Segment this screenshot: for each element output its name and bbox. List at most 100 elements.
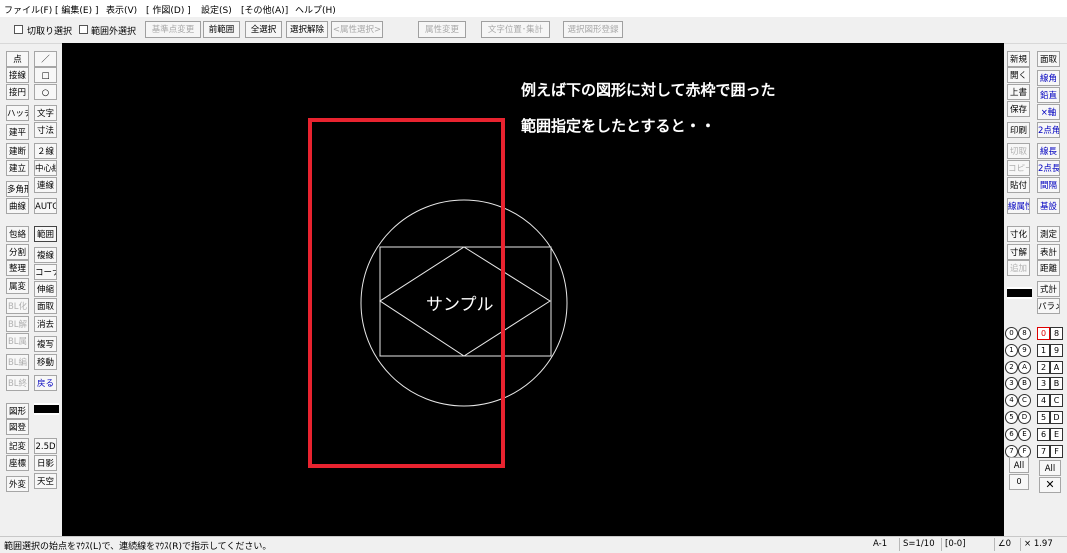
select-all-button[interactable]: 全選択: [245, 21, 282, 38]
tool-center-line[interactable]: 中心線: [34, 160, 57, 176]
layer-button[interactable]: D: [1050, 411, 1063, 424]
layer-group-button[interactable]: 0: [1005, 327, 1018, 340]
tool-rectangle[interactable]: □: [34, 67, 57, 83]
layer-group-button[interactable]: B: [1018, 377, 1031, 390]
right-line-type-sample[interactable]: [1007, 287, 1032, 299]
tool-copy[interactable]: 複写: [34, 336, 57, 352]
layer-button[interactable]: B: [1050, 377, 1063, 390]
tool-open[interactable]: 開く: [1007, 67, 1030, 83]
deselect-button[interactable]: 選択解除: [286, 21, 328, 38]
tool-x-axis[interactable]: ×軸: [1037, 104, 1060, 120]
status-scale[interactable]: S=1/10: [899, 538, 935, 551]
menu-help[interactable]: ヘルプ(H): [295, 3, 336, 16]
text-position-total-button[interactable]: 文字位置･集計: [481, 21, 550, 38]
layer-button[interactable]: 5: [1037, 411, 1050, 424]
tool-line-angle[interactable]: 線角: [1037, 70, 1060, 86]
status-paper-size[interactable]: A-1: [870, 538, 887, 551]
layer-button[interactable]: 1: [1037, 344, 1050, 357]
tool-tangent[interactable]: 接線: [6, 67, 29, 83]
attribute-select-button[interactable]: <属性選択>: [331, 21, 383, 38]
layer-group-button[interactable]: C: [1018, 394, 1031, 407]
tool-tangent-circle[interactable]: 接円: [6, 84, 29, 100]
tool-text[interactable]: 文字: [34, 105, 57, 121]
layer-button[interactable]: 6: [1037, 428, 1050, 441]
tool-coordinates[interactable]: 座標: [6, 455, 29, 471]
tool-building-section[interactable]: 建断: [6, 143, 29, 159]
tool-overwrite[interactable]: 上書: [1007, 84, 1030, 100]
change-base-point-button[interactable]: 基準点変更: [145, 21, 201, 38]
tool-symbol-change[interactable]: 記変: [6, 438, 29, 454]
tool-interval[interactable]: 間隔: [1037, 177, 1060, 193]
menu-file[interactable]: ファイル(F): [4, 3, 52, 16]
layer-group-button[interactable]: 4: [1005, 394, 1018, 407]
layer-group-button[interactable]: 2: [1005, 361, 1018, 374]
tool-block-edit[interactable]: BL編: [6, 354, 29, 370]
attribute-change-button[interactable]: 属性変更: [418, 21, 466, 38]
tool-circle[interactable]: ○: [34, 84, 57, 100]
tool-dimension-make[interactable]: 寸化: [1007, 226, 1030, 242]
layer-all-button[interactable]: All: [1039, 460, 1061, 476]
tool-figure-register[interactable]: 図登: [6, 419, 29, 435]
tool-block-end[interactable]: BL終: [6, 375, 29, 391]
layer-group-button[interactable]: D: [1018, 411, 1031, 424]
layer-button[interactable]: 2: [1037, 361, 1050, 374]
tool-sun-shadow[interactable]: 日影: [34, 455, 57, 471]
line-type-sample[interactable]: [34, 403, 59, 415]
layer-button[interactable]: 0: [1037, 327, 1050, 340]
tool-building-elevation[interactable]: 建立: [6, 160, 29, 176]
layer-button[interactable]: A: [1050, 361, 1063, 374]
register-figure-button[interactable]: 選択図形登録: [563, 21, 623, 38]
tool-chamfer[interactable]: 面取: [34, 298, 57, 314]
tool-table-calc[interactable]: 表計: [1037, 244, 1060, 260]
tool-external-change[interactable]: 外変: [6, 476, 29, 492]
layer-button[interactable]: 7: [1037, 445, 1050, 458]
tool-auto[interactable]: AUTO: [34, 198, 57, 214]
tool-paste[interactable]: 貼付: [1007, 177, 1030, 193]
tool-right-chamfer[interactable]: 面取: [1037, 51, 1060, 67]
layer-button[interactable]: F: [1050, 445, 1063, 458]
layer-button[interactable]: 4: [1037, 394, 1050, 407]
menu-draw[interactable]: [ 作図(D) ]: [146, 3, 191, 16]
tool-dimension[interactable]: 寸法: [34, 122, 57, 138]
drawing-canvas[interactable]: サンプル 例えば下の図形に対して赤枠で囲った 範囲指定をしたとすると・・: [62, 43, 1004, 536]
layer-group-button[interactable]: 1: [1005, 344, 1018, 357]
layer-group-all-button[interactable]: All: [1009, 457, 1029, 473]
tool-two-point-length[interactable]: 2点長: [1037, 160, 1060, 176]
tool-two-point-angle[interactable]: 2点角: [1037, 122, 1060, 138]
tool-organize[interactable]: 整理: [6, 260, 29, 276]
tool-double-line[interactable]: ２線: [34, 143, 57, 159]
layer-group-current-button[interactable]: 0: [1009, 474, 1029, 490]
layer-group-button[interactable]: 3: [1005, 377, 1018, 390]
layer-button[interactable]: C: [1050, 394, 1063, 407]
menu-edit[interactable]: [ 編集(E) ]: [55, 3, 98, 16]
status-angle[interactable]: ∠0: [994, 538, 1011, 551]
tool-measure[interactable]: 測定: [1037, 226, 1060, 242]
tool-undo[interactable]: 戻る: [34, 375, 57, 391]
tool-building-plan[interactable]: 建平: [6, 124, 29, 140]
menu-view[interactable]: 表示(V): [106, 3, 137, 16]
layer-group-button[interactable]: 8: [1018, 327, 1031, 340]
tool-new[interactable]: 新規: [1007, 51, 1030, 67]
tool-erase[interactable]: 消去: [34, 316, 57, 332]
tool-dimension-release[interactable]: 寸解: [1007, 244, 1030, 260]
tool-block-explode[interactable]: BL解: [6, 316, 29, 332]
tool-attribute-change[interactable]: 属変: [6, 278, 29, 294]
layer-group-button[interactable]: 5: [1005, 411, 1018, 424]
tool-formula-calc[interactable]: 式計: [1037, 281, 1060, 297]
tool-block-create[interactable]: BL化: [6, 298, 29, 314]
layer-group-button[interactable]: 9: [1018, 344, 1031, 357]
tool-divide[interactable]: 分割: [6, 244, 29, 260]
tool-curve[interactable]: 曲線: [6, 198, 29, 214]
layer-close-icon[interactable]: ✕: [1039, 477, 1061, 493]
tool-stretch[interactable]: 伸縮: [34, 281, 57, 297]
layer-group-button[interactable]: 6: [1005, 428, 1018, 441]
tool-line[interactable]: ／: [34, 51, 57, 67]
tool-figure[interactable]: 図形: [6, 403, 29, 419]
layer-group-button[interactable]: A: [1018, 361, 1031, 374]
layer-button[interactable]: 9: [1050, 344, 1063, 357]
tool-save[interactable]: 保存: [1007, 101, 1030, 117]
tool-parametric[interactable]: パラメ: [1037, 298, 1060, 314]
layer-group-button[interactable]: E: [1018, 428, 1031, 441]
tool-cut[interactable]: 切取: [1007, 143, 1030, 159]
tool-block-attribute[interactable]: BL属: [6, 333, 29, 349]
